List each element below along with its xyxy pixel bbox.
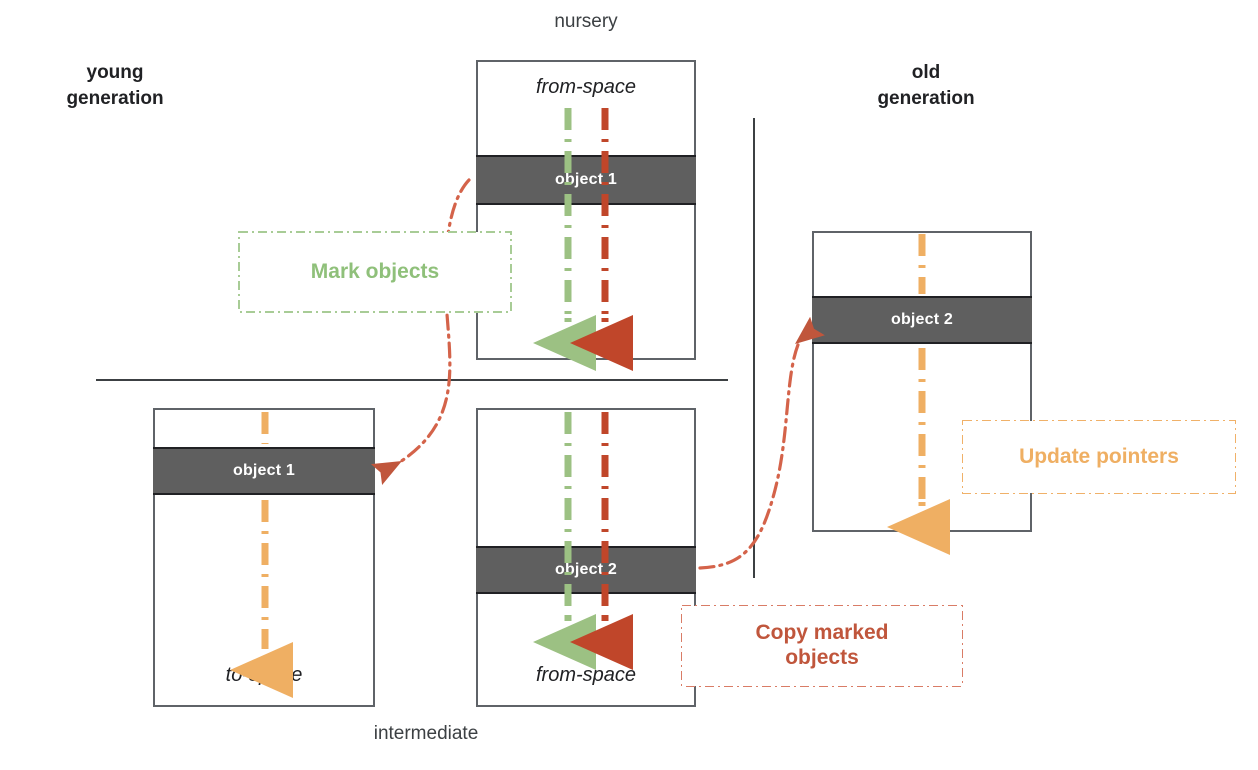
young-generation-line-2: generation — [66, 87, 164, 109]
object-band-from-space-object-2: object 2 — [476, 546, 696, 594]
callout-copy-marked-objects-line-2: objects — [785, 646, 859, 669]
callout-update-pointers: Update pointers — [963, 421, 1235, 493]
object-band-label: object 1 — [554, 171, 618, 188]
diagram-canvas: nursery young generation old generation … — [0, 0, 1258, 770]
old-generation-line-2: generation — [877, 87, 975, 109]
space-label-nursery-from-space: from-space — [535, 76, 637, 98]
callout-copy-marked-objects-line-1: Copy marked — [755, 621, 889, 645]
divider-young-old-vertical — [753, 118, 755, 578]
old-generation-line-1: old — [911, 62, 941, 83]
label-old-generation: old generation — [826, 60, 1026, 111]
object-band-label: object 1 — [232, 462, 296, 479]
callout-update-pointers-label: Update pointers — [1019, 444, 1179, 468]
callout-mark-objects: Mark objects — [239, 232, 511, 312]
label-young-generation: young generation — [20, 60, 210, 111]
young-generation-line-1: young — [86, 62, 144, 83]
region-nursery-from-space: from-space — [476, 60, 696, 360]
object-band-label: object 2 — [890, 311, 954, 328]
callout-copy-marked-objects: Copy marked objects — [682, 606, 962, 686]
divider-young-generations-horizontal — [96, 379, 728, 381]
label-intermediate: intermediate — [373, 723, 479, 744]
object-band-nursery-object-1: object 1 — [476, 155, 696, 205]
object-band-to-space-object-1: object 1 — [153, 447, 375, 495]
connector-copy-object-1 — [370, 178, 471, 485]
object-band-label: object 2 — [554, 561, 618, 578]
space-label-intermediate-from-space: from-space — [535, 664, 637, 686]
connector-copy-object-2 — [698, 316, 825, 570]
callout-mark-objects-label: Mark objects — [310, 259, 440, 283]
object-band-old-generation-object-2: object 2 — [812, 296, 1032, 344]
space-label-intermediate-to-space: to-space — [225, 664, 303, 686]
label-nursery: nursery — [554, 11, 618, 32]
